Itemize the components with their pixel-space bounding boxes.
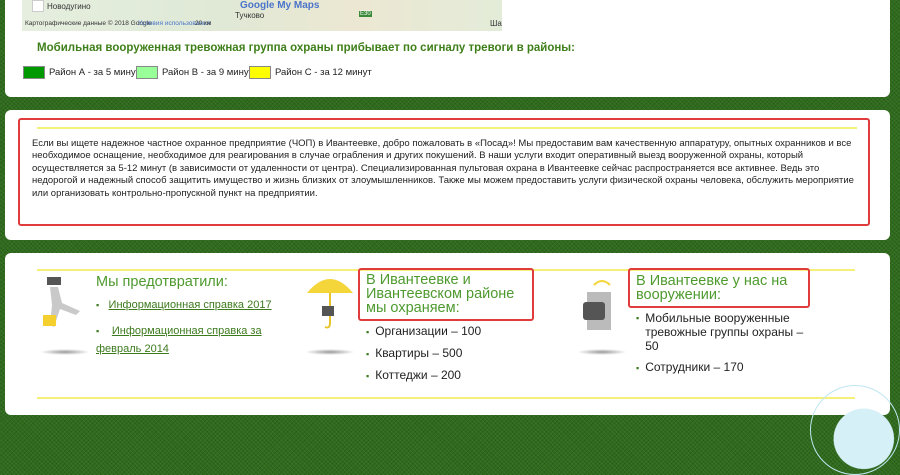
col1-title: Мы предотвратили: <box>96 274 228 290</box>
map-panel: Новодугино Тучково Шатур E30 Google My M… <box>5 0 890 97</box>
list-item: ▪ Коттеджи – 200 <box>366 368 461 382</box>
legend-item-b: Район В - за 9 минут <box>136 66 253 79</box>
map-label: Тучково <box>235 11 265 20</box>
legend-label: Район С - за 12 минут <box>275 67 372 78</box>
map-label: Шатур <box>490 19 502 28</box>
list-item-text: Организации – 100 <box>375 324 482 338</box>
list-item-text: Коттеджи – 200 <box>375 368 461 382</box>
list-item: ▪ Сотрудники – 170 <box>636 360 744 374</box>
google-map[interactable]: Новодугино Тучково Шатур E30 Google My M… <box>22 0 502 31</box>
divider <box>37 397 855 399</box>
decorative-circle <box>810 385 900 475</box>
intro-text: Если вы ищете надежное частное охранное … <box>32 138 854 199</box>
list-item: ▪ Мобильные вооруженные тревожные группы … <box>636 311 816 353</box>
color-swatch <box>136 66 158 79</box>
list-item: ▪ Квартиры – 500 <box>366 346 463 360</box>
icon-shadow <box>577 349 627 355</box>
radio-walkie-talkie-icon <box>583 280 611 330</box>
col3-title: В Ивантеевке у нас на вооружении: <box>636 273 788 303</box>
color-swatch <box>23 66 45 79</box>
map-label: Новодугино <box>47 2 91 11</box>
map-checkbox[interactable] <box>32 0 44 12</box>
list-item: ▪ Организации – 100 <box>366 324 482 338</box>
road-label: E30 <box>359 11 372 17</box>
legend-title: Мобильная вооруженная тревожная группа о… <box>37 42 575 54</box>
map-scale: 20 км <box>195 20 212 27</box>
list-item-text: Сотрудники – 170 <box>645 360 744 374</box>
col2-title: В Ивантеевке и Ивантеевском районе мы ох… <box>366 272 515 316</box>
list-item: ▪ Информационная справка за февраль 2014 <box>96 325 262 355</box>
list-item: ▪ Информационная справка 2017 <box>96 299 272 311</box>
info-2017-link[interactable]: Информационная справка 2017 <box>109 299 272 311</box>
color-swatch <box>249 66 271 79</box>
icon-shadow <box>40 349 90 355</box>
divider <box>37 127 857 129</box>
legend-label: Район А - за 5 минут <box>49 67 140 78</box>
map-attribution: Картографические данные © 2018 Google <box>25 20 152 27</box>
icon-shadow <box>305 349 355 355</box>
legend-item-a: Район А - за 5 минут <box>23 66 140 79</box>
legend-label: Район В - за 9 минут <box>162 67 253 78</box>
list-item-text: Квартиры – 500 <box>375 346 463 360</box>
list-item-text: Мобильные вооруженные тревожные группы о… <box>645 311 804 353</box>
thief-icon <box>43 277 80 327</box>
info-feb-2014-link[interactable]: Информационная справка за февраль 2014 <box>96 325 262 355</box>
google-my-maps-logo: Google My Maps <box>240 0 320 11</box>
umbrella-icon <box>307 279 353 329</box>
legend-item-c: Район С - за 12 минут <box>249 66 372 79</box>
